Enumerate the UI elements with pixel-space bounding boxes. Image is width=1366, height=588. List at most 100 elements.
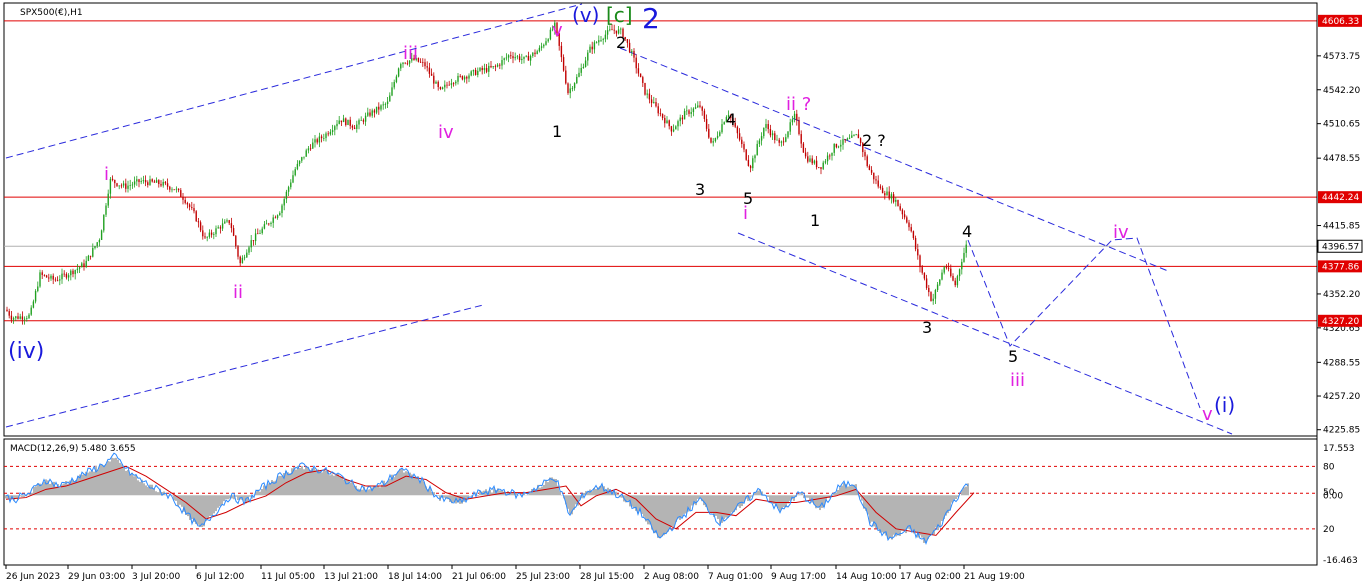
candle-body	[736, 126, 739, 134]
wave-label: 2	[642, 2, 660, 35]
candle-body	[378, 106, 380, 110]
candle-body	[305, 150, 307, 157]
candle-body	[166, 183, 169, 187]
candle-body	[422, 62, 424, 63]
candle-body	[10, 315, 13, 320]
candle-body	[351, 125, 354, 128]
candle-body	[120, 185, 123, 187]
price-level-tag-label: 4327.20	[1322, 317, 1359, 327]
wave-label: [c]	[606, 3, 633, 27]
candle-body	[111, 178, 114, 180]
candle-body	[74, 270, 76, 275]
candle-body	[677, 121, 679, 127]
macd-tick-label: 20	[1323, 525, 1335, 535]
candle-body	[798, 120, 800, 135]
candle-body	[316, 139, 318, 143]
candle-body	[723, 122, 725, 125]
candle-body	[248, 247, 250, 253]
candle-body	[809, 158, 811, 162]
candle-body	[824, 161, 827, 163]
time-tick-label: 18 Jul 14:00	[388, 572, 442, 582]
candle-body	[136, 179, 138, 182]
candle-body	[151, 179, 153, 182]
price-tick-label: 4352.20	[1323, 290, 1360, 300]
candle-body	[890, 194, 893, 199]
candle-body	[521, 58, 523, 61]
candle-body	[298, 160, 301, 164]
candle-body	[620, 28, 622, 30]
candle-body	[846, 138, 849, 141]
price-tick-label: 4542.20	[1323, 86, 1360, 96]
candle-body	[782, 141, 785, 143]
candle-body	[686, 110, 688, 112]
candle-body	[562, 57, 565, 71]
candle-body	[560, 45, 563, 58]
candle-body	[714, 137, 717, 142]
candle-body	[395, 76, 398, 82]
wave-label: (i)	[1214, 393, 1235, 417]
candle-body	[30, 307, 32, 315]
candle-body	[672, 129, 675, 132]
candle-body	[910, 227, 912, 232]
candle-body	[877, 180, 879, 187]
candle-body	[270, 222, 272, 225]
candle-body	[28, 314, 30, 319]
candle-body	[936, 284, 939, 291]
candle-body	[481, 67, 483, 71]
candle-body	[125, 183, 127, 189]
price-level-tag-label: 4606.33	[1322, 17, 1359, 27]
candle-body	[483, 67, 486, 71]
candle-body	[952, 275, 954, 281]
candle-body	[312, 142, 314, 149]
candle-body	[72, 270, 74, 275]
candle-body	[461, 76, 464, 80]
candle-body	[107, 193, 109, 206]
candle-body	[437, 81, 439, 88]
candle-body	[334, 126, 336, 131]
candle-body	[549, 29, 552, 40]
candle-body	[675, 126, 677, 130]
candle-body	[912, 231, 915, 238]
candle-body	[965, 244, 967, 253]
candle-body	[644, 82, 646, 95]
candle-body	[758, 140, 761, 144]
candle-body	[774, 133, 776, 141]
candle-body	[873, 172, 875, 180]
candle-body	[26, 318, 28, 319]
candle-body	[430, 73, 433, 76]
candle-body	[591, 46, 593, 50]
candle-body	[743, 144, 745, 150]
candle-body	[215, 228, 217, 235]
time-tick-label: 9 Aug 17:00	[771, 572, 826, 582]
wave-label: 1	[552, 122, 562, 141]
candle-body	[626, 39, 629, 43]
candle-body	[892, 194, 895, 202]
candle-body	[536, 51, 538, 55]
candle-body	[265, 223, 268, 225]
candle-body	[138, 179, 140, 183]
candle-body	[122, 183, 125, 186]
candle-body	[175, 188, 178, 190]
candle-body	[835, 143, 838, 148]
candle-body	[565, 70, 567, 84]
candle-body	[642, 77, 644, 83]
candle-body	[532, 52, 534, 57]
candle-body	[419, 61, 422, 63]
candle-body	[668, 120, 670, 127]
candle-body	[235, 235, 237, 247]
candle-body	[147, 182, 149, 186]
candle-body	[353, 127, 356, 129]
candle-body	[76, 268, 79, 271]
candle-body	[369, 112, 371, 116]
candle-body	[340, 120, 343, 123]
candle-body	[342, 118, 345, 123]
candle-body	[923, 272, 926, 279]
candle-body	[182, 196, 184, 200]
wave-label: 5	[1008, 347, 1018, 366]
candle-body	[650, 99, 653, 104]
candle-body	[160, 184, 162, 186]
symbol-label: SPX500(€),H1	[20, 8, 83, 18]
candle-body	[367, 112, 369, 116]
candle-body	[899, 206, 901, 210]
candle-body	[184, 199, 186, 203]
